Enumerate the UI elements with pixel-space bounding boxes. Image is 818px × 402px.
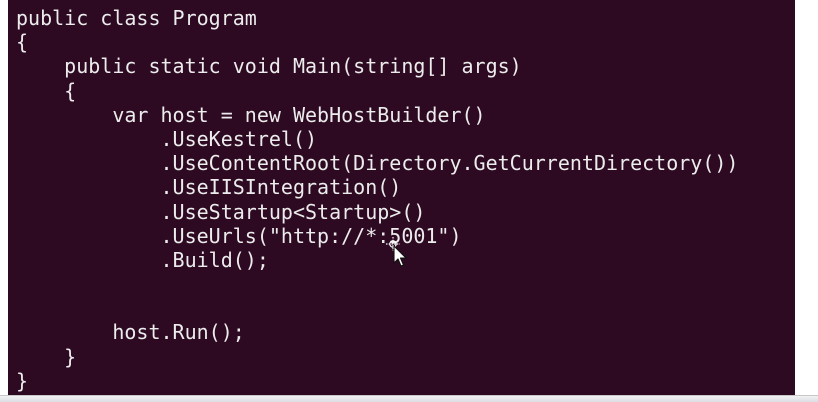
code-line: var host = new WebHostBuilder() bbox=[16, 102, 486, 127]
code-line: } bbox=[16, 344, 77, 369]
code-line: host.Run(); bbox=[16, 320, 245, 345]
code-line: .UseStartup<Startup>() bbox=[16, 199, 426, 224]
window-background bbox=[795, 0, 818, 402]
code-editor-panel[interactable]: public class Program{ public static void… bbox=[8, 0, 795, 395]
code-block: public class Program{ public static void… bbox=[16, 6, 738, 393]
move-pointer-icon bbox=[386, 237, 407, 267]
code-line: { bbox=[16, 30, 29, 55]
code-line: public static void Main(string[] args) bbox=[16, 54, 522, 79]
code-line: .UseIISIntegration() bbox=[16, 175, 402, 200]
code-line: { bbox=[16, 78, 77, 103]
bottom-panel-edge bbox=[0, 395, 818, 402]
code-line: .Build(); bbox=[16, 247, 269, 272]
code-line: .UseKestrel() bbox=[16, 126, 318, 151]
code-line: } bbox=[16, 368, 29, 393]
code-line: public class Program bbox=[16, 6, 257, 30]
code-line: .UseContentRoot(Directory.GetCurrentDire… bbox=[16, 151, 739, 176]
screenshot: public class Program{ public static void… bbox=[0, 0, 818, 402]
code-line: .UseUrls("http://*:5001") bbox=[16, 223, 462, 248]
